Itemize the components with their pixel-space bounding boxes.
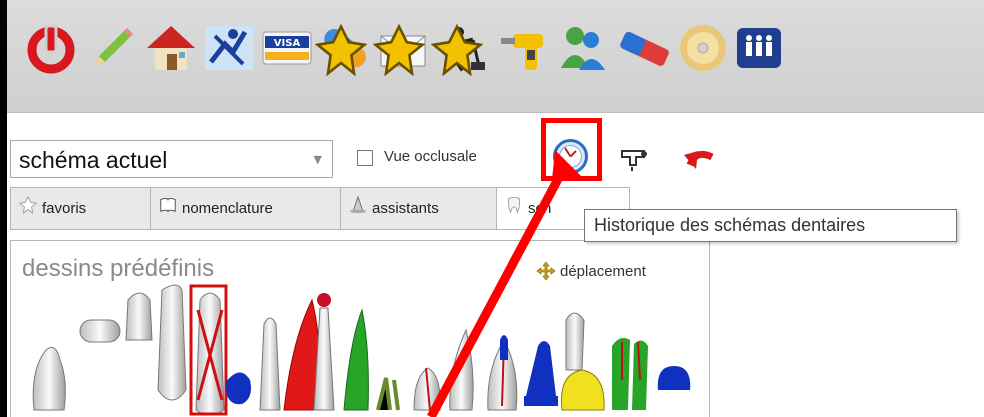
worker-shovel-icon[interactable] bbox=[431, 22, 487, 76]
tooth-drawing[interactable] bbox=[376, 377, 400, 411]
tooth-drawing[interactable] bbox=[560, 312, 605, 411]
tooth-drawing[interactable] bbox=[413, 367, 441, 411]
tab-nomenclature-label: nomenclature bbox=[182, 200, 273, 217]
drill-icon[interactable] bbox=[499, 22, 551, 74]
visa-text: VISA bbox=[274, 38, 301, 49]
move-label: déplacement bbox=[560, 263, 646, 280]
users-icon[interactable] bbox=[557, 22, 609, 74]
tooth-drawing[interactable] bbox=[524, 341, 558, 406]
move-button[interactable]: déplacement bbox=[536, 261, 646, 281]
book-icon bbox=[159, 189, 177, 229]
disc-icon[interactable] bbox=[677, 22, 729, 74]
wizard-icon bbox=[349, 189, 367, 229]
chevron-down-icon[interactable]: ▼ bbox=[314, 153, 322, 166]
tooth-drawings bbox=[32, 284, 691, 416]
water-spray-icon[interactable] bbox=[618, 143, 652, 173]
tab-assistants[interactable]: assistants bbox=[341, 188, 497, 229]
schema-select-value: schéma actuel bbox=[19, 147, 168, 173]
tab-bar: favoris nomenclature assistants sch bbox=[10, 187, 630, 230]
tooth-drawing[interactable] bbox=[343, 308, 369, 411]
occlusal-view-label: Vue occlusale bbox=[384, 148, 477, 165]
tooth-drawing[interactable] bbox=[449, 328, 474, 411]
occlusal-view-checkbox[interactable] bbox=[357, 150, 373, 166]
people-badge-icon[interactable] bbox=[733, 22, 785, 74]
tooth-drawing[interactable] bbox=[259, 317, 281, 411]
tooth-drawing[interactable] bbox=[32, 347, 66, 411]
main-toolbar: VISA bbox=[7, 0, 984, 113]
tab-favoris[interactable]: favoris bbox=[11, 188, 151, 229]
tab-schema-label: sch bbox=[528, 200, 552, 217]
fitness-icon[interactable] bbox=[203, 22, 255, 74]
tooth-drawing[interactable] bbox=[313, 293, 335, 411]
panel-title: dessins prédéfinis bbox=[22, 255, 215, 282]
move-arrows-icon bbox=[536, 261, 556, 281]
undo-icon[interactable] bbox=[682, 143, 718, 173]
tooth-icon bbox=[505, 189, 523, 229]
tooth-drawing[interactable] bbox=[226, 372, 251, 405]
history-tooltip: Historique des schémas dentaires bbox=[584, 209, 957, 242]
eraser-icon[interactable] bbox=[619, 22, 671, 74]
tooth-drawing[interactable] bbox=[125, 292, 153, 341]
envelope-icon[interactable] bbox=[373, 22, 429, 76]
tooth-drawing[interactable] bbox=[487, 335, 518, 411]
power-icon[interactable] bbox=[25, 22, 77, 74]
tooth-drawing[interactable] bbox=[189, 284, 228, 416]
highlight-box bbox=[541, 118, 602, 181]
visa-card-icon[interactable]: VISA bbox=[261, 22, 313, 74]
house-icon[interactable] bbox=[145, 22, 197, 74]
schema-select[interactable]: schéma actuel ▼ bbox=[10, 140, 333, 178]
tooth-drawing[interactable] bbox=[79, 319, 121, 343]
pill-icon[interactable] bbox=[315, 22, 371, 76]
tooth-drawing[interactable] bbox=[657, 366, 691, 390]
tab-nomenclature[interactable]: nomenclature bbox=[151, 188, 341, 229]
tooth-drawing[interactable] bbox=[157, 284, 187, 401]
pencil-icon[interactable] bbox=[87, 22, 139, 74]
tab-assistants-label: assistants bbox=[372, 200, 439, 217]
tab-favoris-label: favoris bbox=[42, 200, 87, 217]
star-icon bbox=[18, 189, 38, 229]
tooth-drawing[interactable] bbox=[612, 338, 648, 410]
